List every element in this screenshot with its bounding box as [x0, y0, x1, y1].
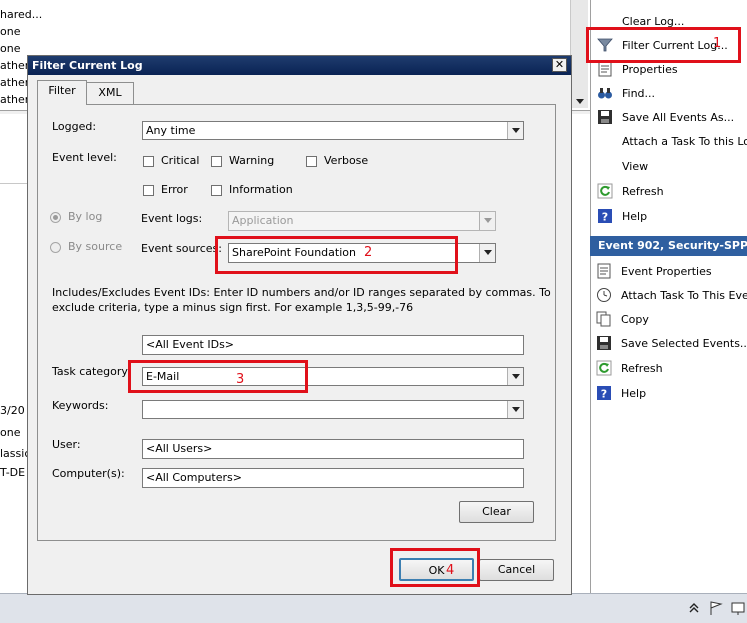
- annotation-number-1: 1: [713, 36, 722, 51]
- event-ids-input[interactable]: <All Event IDs>: [142, 335, 524, 355]
- list-cell[interactable]: ather: [0, 59, 29, 76]
- chevron-up-icon[interactable]: [688, 602, 700, 614]
- action-copy[interactable]: Copy: [596, 308, 649, 330]
- tab-xml[interactable]: XML: [86, 82, 134, 104]
- verbose-label: Verbose: [324, 154, 369, 167]
- event-logs-label: Event logs:: [141, 212, 203, 225]
- annotation-number-4: 4: [446, 563, 455, 578]
- detail-cell: lassic: [0, 447, 31, 460]
- refresh-icon: [596, 360, 612, 376]
- detail-cell: 3/20: [0, 404, 25, 417]
- action-help-event[interactable]: ? Help: [596, 382, 646, 404]
- tab-filter[interactable]: Filter: [37, 80, 87, 105]
- list-cell[interactable]: one: [0, 25, 20, 42]
- chevron-down-icon[interactable]: [479, 244, 495, 262]
- chevron-down-icon[interactable]: [479, 212, 495, 230]
- action-save-all-events[interactable]: Save All Events As...: [597, 106, 734, 128]
- list-cell[interactable]: one: [0, 42, 20, 59]
- svg-text:?: ?: [601, 388, 607, 401]
- annotation-number-2: 2: [364, 245, 373, 260]
- task-clock-icon: [596, 287, 612, 303]
- critical-label: Critical: [161, 154, 200, 167]
- by-log-label: By log: [68, 210, 103, 223]
- copy-icon: [596, 311, 612, 327]
- action-save-selected-events[interactable]: Save Selected Events...: [596, 332, 747, 354]
- svg-text:?: ?: [602, 211, 608, 224]
- verbose-checkbox[interactable]: [306, 156, 317, 167]
- keywords-dropdown[interactable]: [142, 400, 524, 419]
- dialog-title[interactable]: Filter Current Log: [28, 56, 571, 75]
- user-input[interactable]: <All Users>: [142, 439, 524, 459]
- event-ids-help-line1: Includes/Excludes Event IDs: Enter ID nu…: [52, 286, 551, 299]
- binoculars-icon: [597, 85, 613, 101]
- chevron-down-icon[interactable]: [507, 368, 523, 385]
- taskbar: [0, 593, 747, 623]
- information-label: Information: [229, 183, 293, 196]
- list-cell[interactable]: hared...: [0, 8, 42, 25]
- scroll-down-arrow-icon[interactable]: [574, 95, 586, 107]
- close-icon[interactable]: ✕: [552, 58, 567, 72]
- event-properties-icon: [596, 263, 612, 279]
- computers-label: Computer(s):: [52, 467, 125, 480]
- by-log-radio[interactable]: [50, 212, 61, 223]
- by-source-radio[interactable]: [50, 242, 61, 253]
- list-cell[interactable]: ather: [0, 93, 29, 110]
- event-sources-label: Event sources:: [141, 242, 222, 255]
- event-actions: Event Properties Attach Task To This Eve…: [590, 256, 747, 593]
- chevron-down-icon[interactable]: [507, 122, 523, 139]
- computers-input[interactable]: <All Computers>: [142, 468, 524, 488]
- flag-icon[interactable]: [708, 600, 724, 616]
- keywords-label: Keywords:: [52, 399, 109, 412]
- action-refresh-event[interactable]: Refresh: [596, 357, 663, 379]
- event-ids-help-line2: exclude criteria, type a minus sign firs…: [52, 301, 414, 314]
- event-logs-dropdown[interactable]: Application: [228, 211, 496, 231]
- logged-label: Logged:: [52, 120, 97, 133]
- monitor-icon[interactable]: [730, 600, 746, 616]
- error-checkbox[interactable]: [143, 185, 154, 196]
- annotation-box-4: [390, 548, 480, 587]
- detail-cell: one: [0, 426, 21, 439]
- filter-current-log-dialog: Filter Current Log ✕ Filter XML Logged: …: [27, 55, 572, 595]
- annotation-box-3: [128, 360, 308, 393]
- warning-checkbox[interactable]: [211, 156, 222, 167]
- action-view[interactable]: View: [597, 155, 648, 177]
- blank-icon: [597, 158, 613, 174]
- clear-button[interactable]: Clear: [459, 501, 534, 523]
- event-section-header[interactable]: Event 902, Security-SPP: [590, 236, 747, 256]
- logged-dropdown[interactable]: Any time: [142, 121, 524, 140]
- filter-tab-panel: Logged: Any time Event level: Critical W…: [37, 104, 556, 541]
- action-help[interactable]: ? Help: [597, 205, 647, 227]
- properties-icon: [597, 61, 613, 77]
- annotation-box-2: [215, 236, 458, 274]
- blank-icon: [597, 133, 613, 149]
- action-attach-task-to-log[interactable]: Attach a Task To this Log...: [597, 130, 747, 152]
- help-icon: ?: [596, 385, 612, 401]
- annotation-number-3: 3: [236, 372, 245, 387]
- refresh-icon: [597, 183, 613, 199]
- critical-checkbox[interactable]: [143, 156, 154, 167]
- cancel-button[interactable]: Cancel: [479, 559, 554, 581]
- information-checkbox[interactable]: [211, 185, 222, 196]
- detail-cell: T-DE: [0, 466, 26, 479]
- event-level-label: Event level:: [52, 151, 117, 164]
- error-label: Error: [161, 183, 188, 196]
- warning-label: Warning: [229, 154, 275, 167]
- save-icon: [597, 109, 613, 125]
- chevron-down-icon[interactable]: [507, 401, 523, 418]
- divider: [0, 183, 28, 184]
- user-label: User:: [52, 438, 81, 451]
- task-category-label: Task category:: [52, 365, 131, 378]
- help-icon: ?: [597, 208, 613, 224]
- action-find[interactable]: Find...: [597, 82, 655, 104]
- action-event-properties[interactable]: Event Properties: [596, 260, 712, 282]
- save-icon: [596, 335, 612, 351]
- list-cell[interactable]: ather: [0, 76, 29, 93]
- by-source-label: By source: [68, 240, 123, 253]
- action-attach-task-to-event[interactable]: Attach Task To This Event...: [596, 284, 747, 306]
- action-refresh[interactable]: Refresh: [597, 180, 664, 202]
